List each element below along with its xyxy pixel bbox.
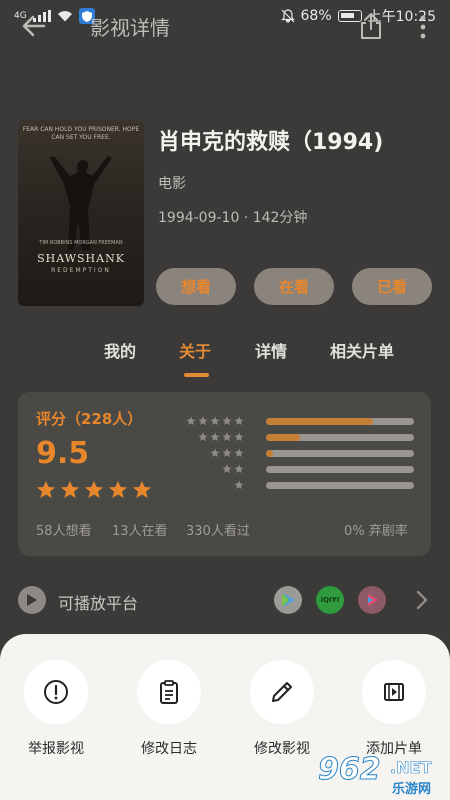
distribution-star-icon [234, 464, 244, 473]
back-arrow-icon[interactable] [20, 12, 48, 40]
edit-movie-button[interactable]: 修改影视 [232, 660, 332, 758]
movie-poster[interactable]: FEAR CAN HOLD YOU PRISONER. HOPE CAN SET… [18, 120, 144, 306]
distribution-star-icon [198, 432, 208, 441]
active-tab-indicator [184, 373, 209, 377]
distribution-stars [198, 432, 244, 442]
movie-release-duration: 1994-09-10 · 142分钟 [158, 210, 308, 226]
distribution-star-icon [222, 416, 232, 425]
poster-title: SHAWSHANK [37, 252, 125, 265]
distribution-stars [186, 416, 244, 426]
distribution-star-icon [210, 432, 220, 441]
watched-count: 330人看过 [186, 524, 250, 539]
distribution-bar [266, 418, 414, 425]
edit-log-circle [137, 660, 201, 724]
platforms-label: 可播放平台 [58, 594, 139, 613]
wifi-icon [57, 11, 72, 22]
chevron-right-icon[interactable] [410, 588, 432, 612]
watermark-number: 962 [318, 752, 382, 788]
distribution-star-icon [222, 464, 232, 473]
movie-type: 电影 [158, 176, 186, 192]
add-to-list-circle [362, 660, 426, 724]
distribution-row [18, 464, 431, 476]
report-label: 举报影视 [28, 741, 84, 757]
iqiyi-label: iQIYI [320, 596, 340, 604]
distribution-bar [266, 434, 414, 441]
distribution-star-icon [222, 448, 232, 457]
page-title: 影视详情 [90, 16, 170, 40]
watermark-suffix: .NET [390, 758, 432, 778]
battery-percent: 68% [300, 8, 332, 24]
tencent-video-icon[interactable] [274, 586, 302, 614]
distribution-bar-fill [266, 434, 301, 441]
poster-tagline: FEAR CAN HOLD YOU PRISONER. HOPE CAN SET… [22, 126, 140, 141]
poster-credits: TIM ROBBINS MORGAN FREEMAN [39, 240, 123, 246]
watching-count: 13人在看 [112, 524, 168, 539]
distribution-star-icon [198, 416, 208, 425]
distribution-star-icon [222, 432, 232, 441]
distribution-star-icon [210, 448, 220, 457]
youku-icon[interactable] [358, 586, 386, 614]
iqiyi-icon[interactable]: iQIYI [316, 586, 344, 614]
distribution-stars [210, 448, 244, 458]
want-count: 58人想看 [36, 524, 92, 539]
tab-about[interactable]: 关于 [179, 338, 211, 362]
film-icon [384, 683, 404, 701]
distribution-star-icon [186, 416, 196, 425]
distribution-row [18, 480, 431, 492]
distribution-bar [266, 466, 414, 473]
distribution-bar-fill [266, 418, 373, 425]
share-icon[interactable] [358, 12, 384, 40]
rating-card: 评分（228人） 9.5 58人想看 13人在看 330人看过 0% 弃剧率 [18, 392, 431, 556]
drop-rate: 0% 弃剧率 [344, 524, 408, 539]
distribution-bar [266, 482, 414, 489]
distribution-bar-fill [266, 450, 273, 457]
clipboard-icon [160, 680, 178, 704]
movie-title: 肖申克的救赎（1994) [158, 130, 384, 155]
watermark-logo: 962 .NET 乐游网 [318, 752, 446, 798]
distribution-bar [266, 450, 414, 457]
distribution-row [18, 432, 431, 444]
distribution-star-icon [234, 432, 244, 441]
watching-button[interactable]: 在看 [254, 268, 334, 305]
report-circle [24, 660, 88, 724]
distribution-row [18, 448, 431, 460]
tab-details[interactable]: 详情 [255, 338, 287, 362]
distribution-star-icon [234, 416, 244, 425]
alert-icon [44, 680, 68, 704]
distribution-star-icon [234, 448, 244, 457]
play-icon [18, 586, 46, 614]
distribution-stars [222, 464, 244, 474]
edit-log-label: 修改日志 [141, 741, 197, 757]
distribution-stars [234, 480, 244, 490]
mute-bell-icon [280, 9, 295, 23]
watched-button[interactable]: 已看 [352, 268, 432, 305]
distribution-row [18, 416, 431, 428]
edit-movie-label: 修改影视 [254, 741, 310, 757]
tab-related-lists[interactable]: 相关片单 [330, 338, 394, 362]
pencil-icon [272, 682, 292, 702]
more-vert-icon[interactable] [414, 14, 432, 40]
distribution-star-icon [234, 480, 244, 489]
edit-movie-circle [250, 660, 314, 724]
watermark-site: 乐游网 [392, 782, 432, 797]
report-button[interactable]: 举报影视 [6, 660, 106, 758]
tab-mine[interactable]: 我的 [104, 338, 136, 362]
want-to-watch-button[interactable]: 想看 [156, 268, 236, 305]
poster-subtitle: REDEMPTION [51, 267, 111, 274]
poster-figure [50, 156, 112, 250]
add-to-list-button[interactable]: 添加片单 [344, 660, 444, 758]
edit-log-button[interactable]: 修改日志 [119, 660, 219, 758]
distribution-star-icon [210, 416, 220, 425]
